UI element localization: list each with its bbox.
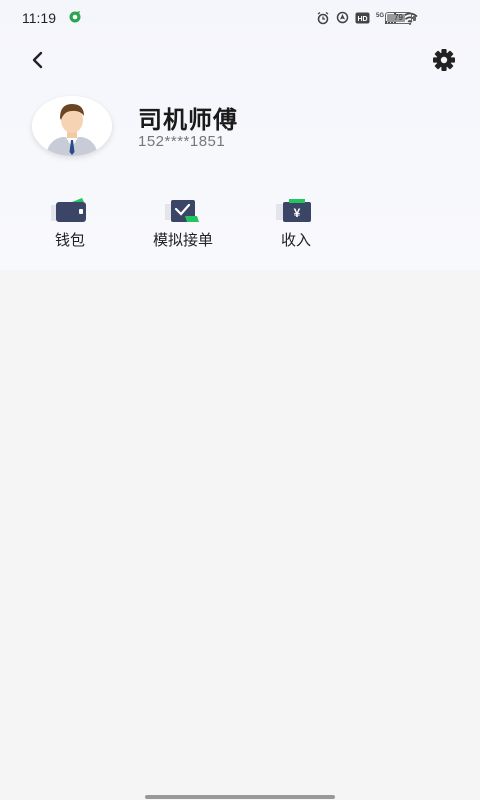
battery-level-text: 79 <box>394 13 403 22</box>
income-button[interactable]: ¥ 收入 <box>251 196 341 254</box>
income-icon: ¥ <box>276 199 311 222</box>
wallet-label: 钱包 <box>54 231 85 249</box>
profile-name: 司机师傅 <box>138 106 238 134</box>
home-indicator[interactable] <box>145 795 335 799</box>
notification-app-icon <box>69 11 81 23</box>
settings-button[interactable] <box>430 46 458 74</box>
back-button[interactable] <box>24 46 52 74</box>
chevron-left-icon <box>32 51 43 69</box>
battery-tip <box>413 16 416 21</box>
wallet-icon <box>51 198 86 222</box>
battery-icon: 79 <box>385 12 412 24</box>
svg-text:5G: 5G <box>376 13 384 19</box>
income-label: 收入 <box>280 231 311 249</box>
location-icon <box>336 11 349 24</box>
hd-icon: HD <box>355 12 370 24</box>
avatar[interactable] <box>32 96 112 156</box>
driver-avatar-icon <box>32 96 112 156</box>
wallet-button[interactable]: 钱包 <box>25 196 115 254</box>
alarm-icon <box>317 11 329 25</box>
svg-text:¥: ¥ <box>294 206 301 220</box>
simulate-order-icon <box>165 200 199 222</box>
gear-icon <box>433 49 455 71</box>
status-time: 11:19 <box>22 10 56 26</box>
status-bar: 11:19 HD 5G 79 <box>0 0 480 38</box>
simulate-order-label: 模拟接单 <box>152 231 213 249</box>
simulate-order-button[interactable]: 模拟接单 <box>138 196 228 254</box>
profile-phone: 152****1851 <box>138 133 226 150</box>
svg-text:HD: HD <box>357 16 367 23</box>
